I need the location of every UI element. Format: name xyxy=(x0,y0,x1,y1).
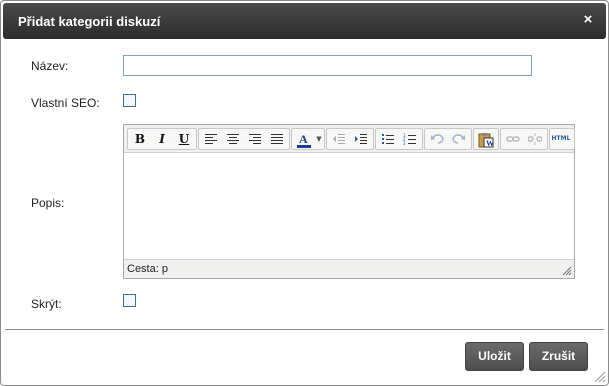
svg-text:3: 3 xyxy=(403,141,406,146)
paste-group: W xyxy=(473,128,499,150)
name-label: Název: xyxy=(31,59,69,73)
numbered-list-icon[interactable]: 123 xyxy=(400,130,420,148)
undo-icon[interactable] xyxy=(427,130,447,148)
font-color-group: A ▼ xyxy=(291,128,325,150)
rich-text-editor: B I U A ▼ 1 2 3 W HTML Cesta: p xyxy=(123,124,575,279)
align-justify-icon[interactable] xyxy=(267,130,287,148)
hide-checkbox[interactable] xyxy=(123,294,136,307)
redo-icon[interactable] xyxy=(449,130,469,148)
bold-icon[interactable]: B xyxy=(130,130,150,148)
link-group xyxy=(500,128,548,150)
hide-label: Skrýt: xyxy=(31,297,62,311)
history-group xyxy=(424,128,472,150)
seo-label: Vlastní SEO: xyxy=(31,96,100,110)
svg-text:A: A xyxy=(299,132,308,146)
dialog-title: Přidat kategorii diskuzí xyxy=(18,14,161,29)
list-group: 123 xyxy=(375,128,423,150)
align-center-icon[interactable] xyxy=(223,130,243,148)
chevron-down-icon[interactable]: ▼ xyxy=(315,130,323,148)
indent-icon[interactable] xyxy=(351,130,371,148)
resize-grip-icon[interactable] xyxy=(562,266,572,276)
paste-word-icon[interactable]: W xyxy=(475,130,495,148)
editor-path: Cesta: p xyxy=(127,263,168,275)
editor-statusbar: Cesta: p xyxy=(124,259,574,278)
unlink-icon[interactable] xyxy=(525,130,545,148)
save-button[interactable]: Uložit xyxy=(465,342,524,371)
html-source-icon[interactable]: HTML xyxy=(551,130,571,148)
outdent-icon[interactable] xyxy=(329,130,349,148)
indent-group xyxy=(326,128,374,150)
svg-text:W: W xyxy=(486,139,494,148)
add-category-dialog: Přidat kategorii diskuzí × Název: Vlastn… xyxy=(0,0,609,386)
bullet-list-icon[interactable] xyxy=(378,130,398,148)
html-group: HTML xyxy=(549,128,575,150)
footer-divider xyxy=(5,329,604,330)
editor-toolbar: B I U A ▼ 1 2 3 W HTML xyxy=(124,125,575,153)
close-icon[interactable]: × xyxy=(581,12,595,28)
dialog-resize-icon[interactable] xyxy=(594,371,606,383)
align-left-icon[interactable] xyxy=(201,130,221,148)
align-group xyxy=(198,128,290,150)
underline-icon[interactable]: U xyxy=(174,130,194,148)
font-color-icon[interactable]: A xyxy=(293,130,315,148)
editor-content-area[interactable] xyxy=(124,153,574,260)
italic-icon[interactable]: I xyxy=(152,130,172,148)
align-right-icon[interactable] xyxy=(245,130,265,148)
cancel-button[interactable]: Zrušit xyxy=(529,342,588,371)
link-icon[interactable] xyxy=(503,130,523,148)
format-group: B I U xyxy=(127,128,197,150)
dialog-titlebar[interactable]: Přidat kategorii diskuzí × xyxy=(3,3,606,39)
description-label: Popis: xyxy=(31,196,65,210)
name-input[interactable] xyxy=(123,55,532,76)
seo-checkbox[interactable] xyxy=(123,94,136,107)
